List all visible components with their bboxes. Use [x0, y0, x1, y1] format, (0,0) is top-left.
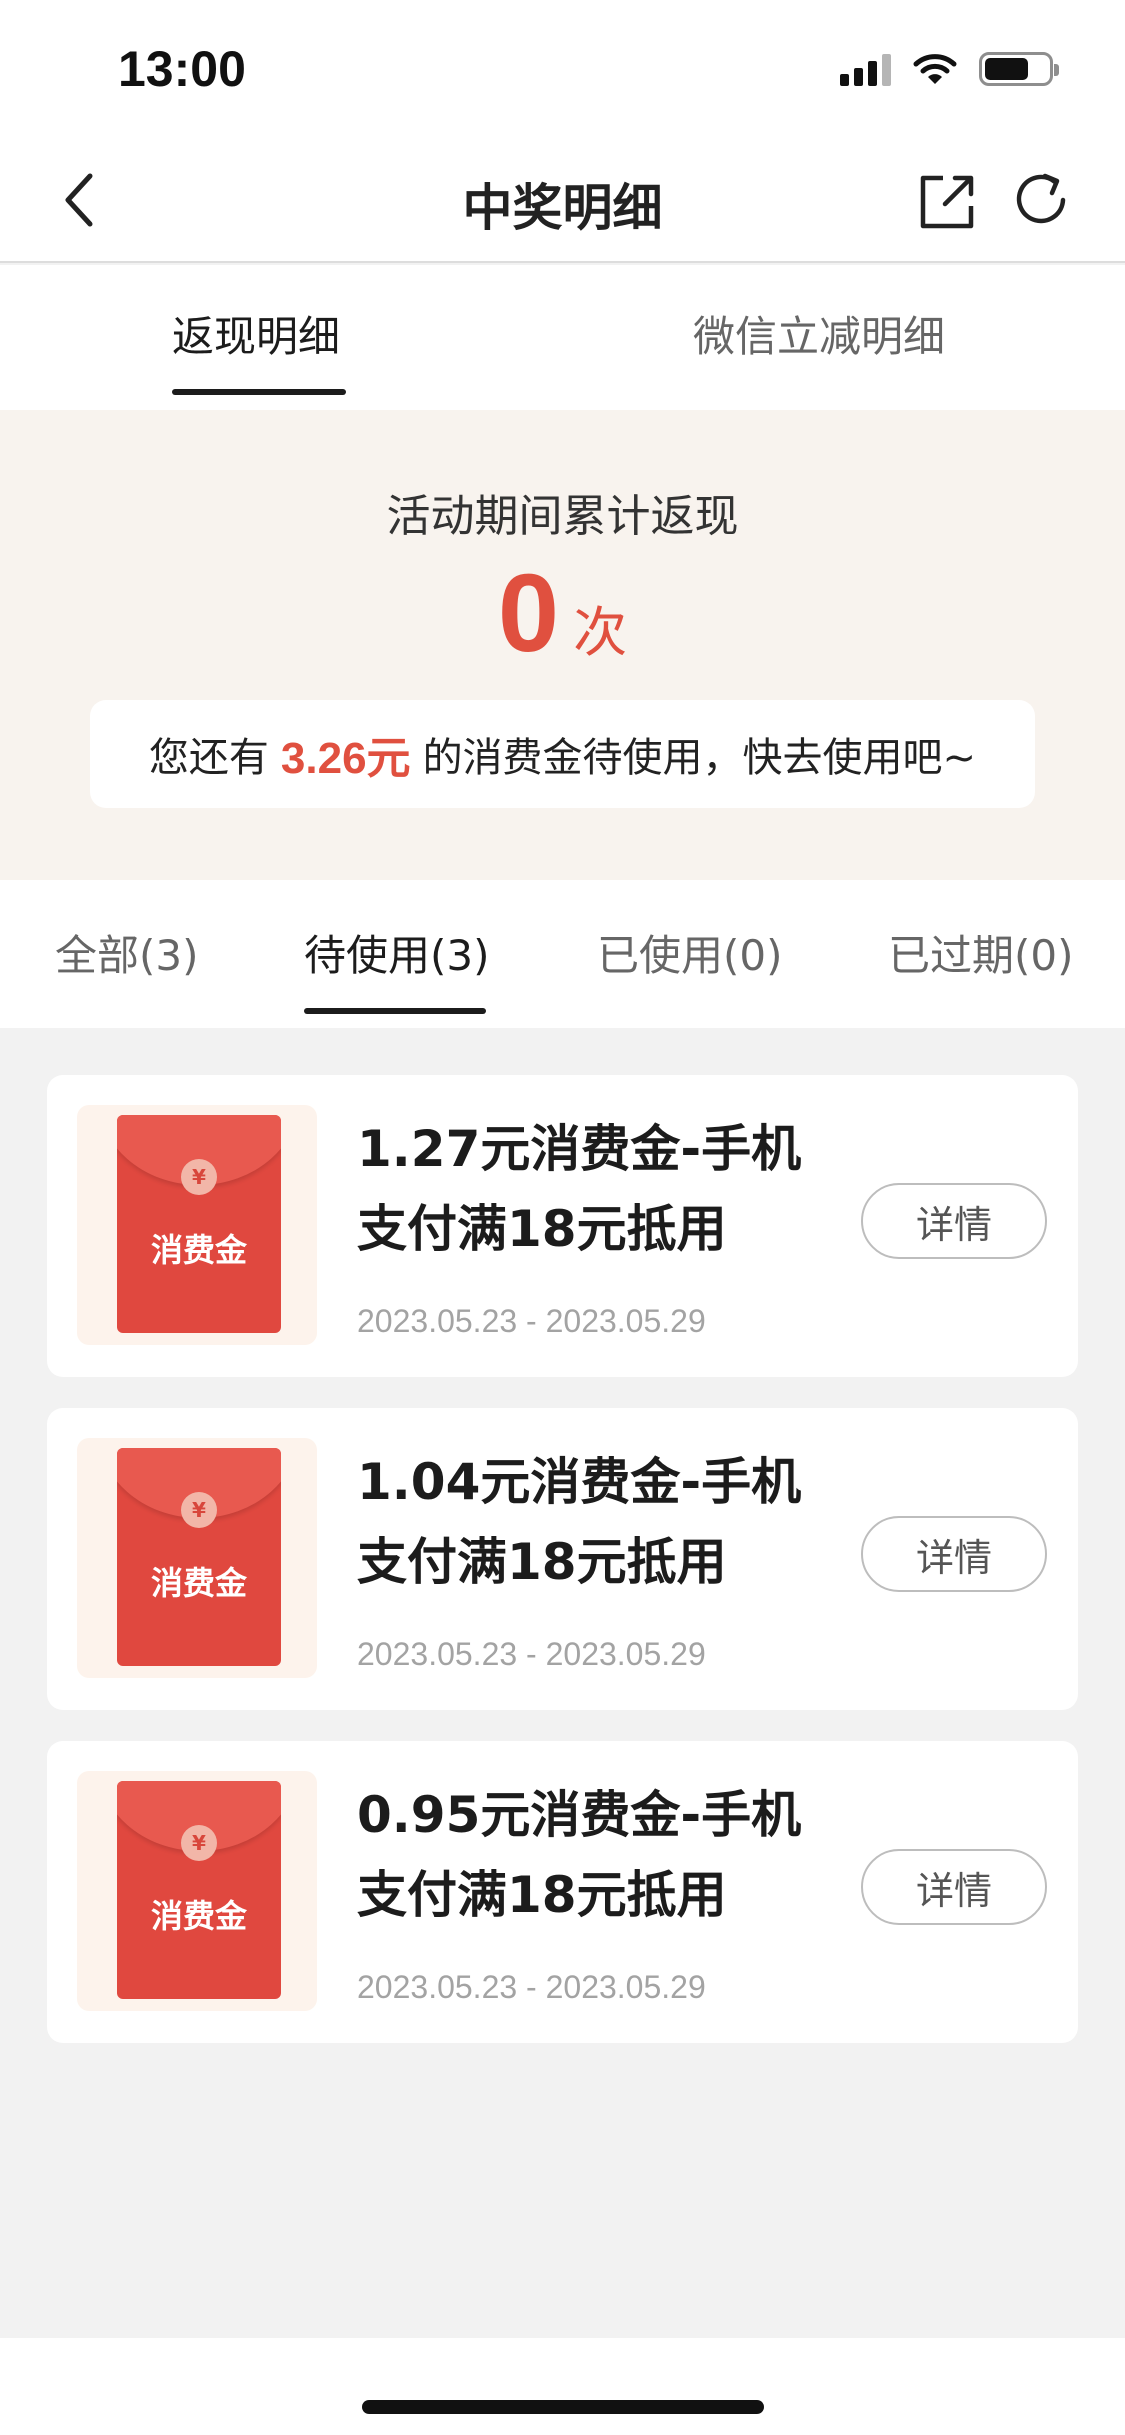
voucher-title: 1.27元消费金-手机 支付满18元抵用 — [357, 1109, 867, 1269]
voucher-title: 1.04元消费金-手机 支付满18元抵用 — [357, 1442, 867, 1602]
filter-tab-expired[interactable]: 已过期(0) — [888, 922, 1074, 983]
voucher-title-line2: 支付满18元抵用 — [357, 1200, 727, 1258]
balance-notice: 您还有 3.26元 的消费金待使用，快去使用吧~ — [90, 700, 1035, 808]
page: 13:00 中奖明细 返现明细 微信立减明细 活动期间累计返现 0 次 您还有 … — [0, 0, 1125, 2435]
red-envelope-icon: ¥ 消费金 — [117, 1448, 281, 1666]
voucher-thumbnail: ¥ 消费金 — [77, 1771, 317, 2011]
yuan-coin-icon: ¥ — [181, 1492, 217, 1528]
yuan-coin-icon: ¥ — [181, 1825, 217, 1861]
voucher-title-line1: 1.27元消费金-手机 — [357, 1120, 802, 1178]
voucher-title-line2: 支付满18元抵用 — [357, 1533, 727, 1591]
bottom-bar — [0, 2338, 1125, 2435]
red-envelope-icon: ¥ 消费金 — [117, 1781, 281, 1999]
top-tabs: 返现明细 微信立减明细 — [0, 265, 1125, 410]
voucher-title: 0.95元消费金-手机 支付满18元抵用 — [357, 1775, 867, 1935]
voucher-thumbnail: ¥ 消费金 — [77, 1105, 317, 1345]
yuan-coin-icon: ¥ — [181, 1159, 217, 1195]
tab-wechat-discount-detail[interactable]: 微信立减明细 — [693, 303, 945, 364]
wifi-icon — [913, 54, 957, 84]
filter-tab-pending[interactable]: 待使用(3) — [304, 922, 490, 983]
voucher-validity-date: 2023.05.23 - 2023.05.29 — [357, 1636, 706, 1672]
cashback-summary: 活动期间累计返现 0次 您还有 3.26元 的消费金待使用，快去使用吧~ — [0, 410, 1125, 880]
voucher-card: ¥ 消费金 0.95元消费金-手机 支付满18元抵用 2023.05.23 - … — [47, 1741, 1078, 2043]
voucher-validity-date: 2023.05.23 - 2023.05.29 — [357, 1969, 706, 2005]
filter-tabs: 全部(3) 待使用(3) 已使用(0) 已过期(0) — [0, 880, 1125, 1028]
details-button[interactable]: 详情 — [861, 1183, 1047, 1259]
voucher-card: ¥ 消费金 1.04元消费金-手机 支付满18元抵用 2023.05.23 - … — [47, 1408, 1078, 1710]
status-icons — [840, 52, 1059, 86]
filter-tab-used[interactable]: 已使用(0) — [597, 922, 783, 983]
cashback-count: 0 — [497, 552, 560, 675]
active-tab-indicator — [172, 389, 346, 395]
battery-level — [985, 58, 1028, 80]
active-filter-indicator — [304, 1008, 486, 1014]
filter-tab-all[interactable]: 全部(3) — [55, 922, 199, 983]
notice-prefix: 您还有 — [148, 735, 269, 781]
voucher-title-line1: 0.95元消费金-手机 — [357, 1786, 802, 1844]
voucher-title-line1: 1.04元消费金-手机 — [357, 1453, 802, 1511]
cellular-signal-icon — [840, 52, 891, 86]
envelope-label: 消费金 — [150, 1231, 247, 1269]
red-envelope-icon: ¥ 消费金 — [117, 1115, 281, 1333]
home-indicator[interactable] — [362, 2400, 764, 2414]
voucher-title-line2: 支付满18元抵用 — [357, 1866, 727, 1924]
tab-cashback-detail[interactable]: 返现明细 — [172, 303, 340, 364]
notice-amount: 3.26元 — [280, 734, 411, 783]
envelope-label: 消费金 — [150, 1897, 247, 1935]
voucher-thumbnail: ¥ 消费金 — [77, 1438, 317, 1678]
refresh-icon[interactable] — [1011, 170, 1075, 234]
share-icon[interactable] — [915, 170, 979, 234]
summary-count-row: 0次 — [0, 550, 1125, 677]
details-button[interactable]: 详情 — [861, 1849, 1047, 1925]
status-bar: 13:00 — [0, 0, 1125, 140]
notice-suffix: 的消费金待使用，快去使用吧~ — [422, 735, 977, 781]
cashback-count-unit: 次 — [573, 601, 628, 664]
voucher-card: ¥ 消费金 1.27元消费金-手机 支付满18元抵用 2023.05.23 - … — [47, 1075, 1078, 1377]
status-time: 13:00 — [118, 41, 246, 97]
battery-icon — [979, 52, 1059, 86]
envelope-label: 消费金 — [150, 1564, 247, 1602]
summary-label: 活动期间累计返现 — [386, 491, 739, 542]
voucher-validity-date: 2023.05.23 - 2023.05.29 — [357, 1303, 706, 1339]
nav-bar: 中奖明细 — [0, 140, 1125, 263]
details-button[interactable]: 详情 — [861, 1516, 1047, 1592]
